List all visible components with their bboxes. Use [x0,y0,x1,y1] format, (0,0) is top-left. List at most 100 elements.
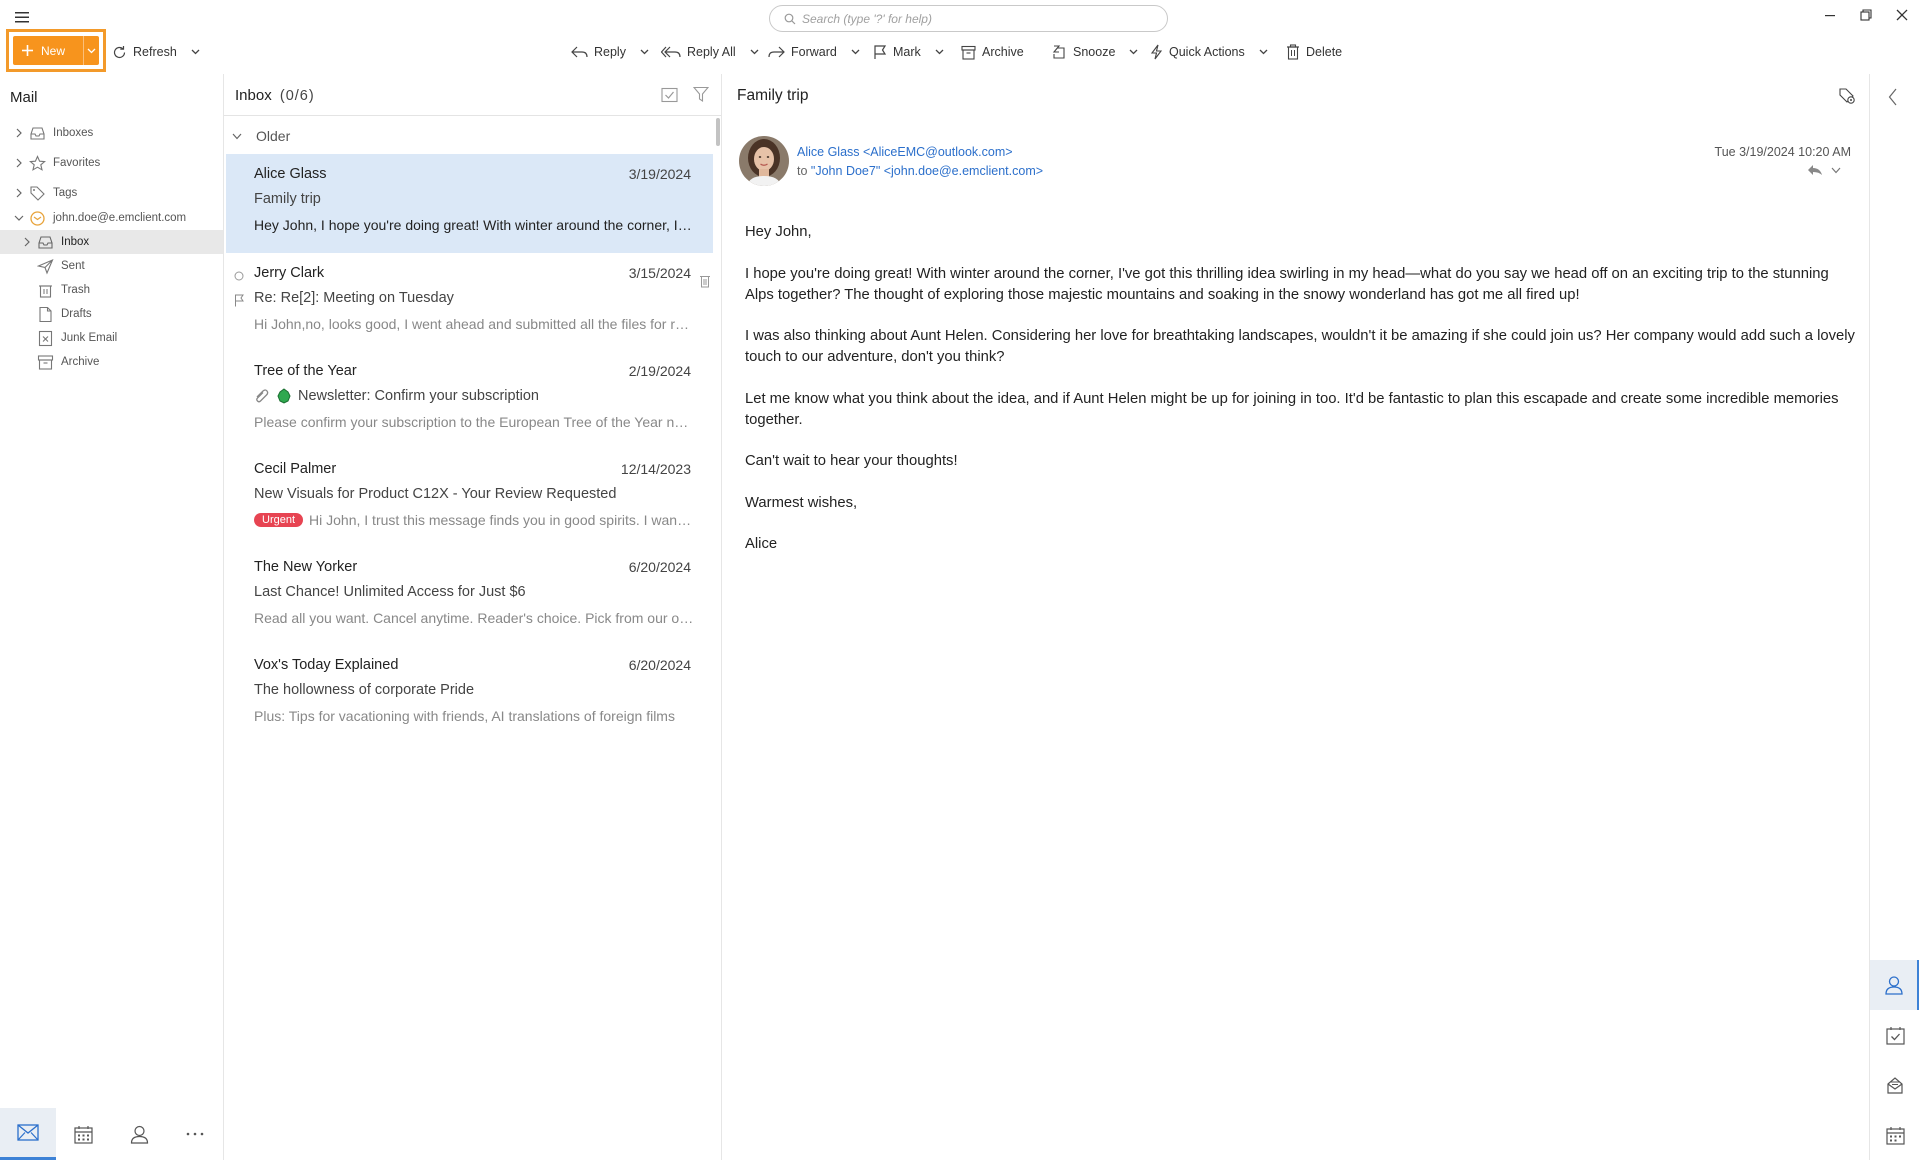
list-item[interactable]: Jerry Clark 3/15/2024 Re: Re[2]: Meeting… [226,253,713,352]
body-paragraph: I hope you're doing great! With winter a… [745,265,1829,303]
reply-label: Reply [594,45,626,59]
refresh-button[interactable]: Refresh [112,42,200,62]
draft-icon [39,306,52,322]
body-paragraph: I was also thinking about Aunt Helen. Co… [745,328,1855,365]
nav-calendar-button[interactable] [56,1108,112,1160]
unread-dot-icon[interactable] [234,271,244,281]
body-paragraph: Let me know what you think about the ide… [745,390,1839,428]
recipient-address[interactable]: "John Doe7" <john.doe@e.emclient.com> [811,164,1043,178]
archive-label: Archive [982,45,1024,59]
subject-text: The hollowness of corporate Pride [254,682,475,698]
new-button-label: New [41,43,66,58]
plus-icon [22,45,33,56]
folder-sidebar: Mail Inboxes Favorites Tags john.doe@e.e… [0,74,224,1160]
new-button[interactable]: New [13,36,99,65]
chevron-down-icon[interactable] [851,49,860,55]
forward-button[interactable]: Forward [768,42,860,62]
sidebar-item-trash[interactable]: Trash [0,278,223,302]
subject-text: Re: Re[2]: Meeting on Tuesday [254,290,454,306]
nav-more-button[interactable] [167,1108,223,1160]
list-item[interactable]: Cecil Palmer 12/14/2023 New Visuals for … [226,449,713,548]
nav-contacts-button[interactable] [112,1108,168,1160]
quick-actions-button[interactable]: Quick Actions [1150,42,1268,62]
hamburger-menu-icon[interactable] [12,8,32,26]
message-date: 12/14/2023 [620,461,691,477]
message-date: 6/20/2024 [628,657,691,673]
chevron-down-icon[interactable] [191,49,200,55]
sender-address[interactable]: Alice Glass <AliceEMC@outlook.com> [797,145,1013,159]
body-paragraph: Warmest wishes, [745,494,858,511]
mark-button[interactable]: Mark [873,42,944,62]
message-date: Tue 3/19/2024 10:20 AM [1714,145,1851,159]
chevron-down-icon[interactable] [14,213,24,223]
avatar[interactable] [739,136,789,186]
chevron-right-icon[interactable] [14,158,24,168]
rail-mail-tray-button[interactable] [1870,1060,1919,1110]
rail-contact-details-button[interactable] [1870,960,1919,1010]
body-paragraph: Alice [745,536,778,552]
sidebar-item-drafts[interactable]: Drafts [0,302,223,326]
trash-icon[interactable] [699,274,711,288]
flag-icon[interactable] [234,294,244,307]
chevron-right-icon[interactable] [14,128,24,138]
snooze-icon [1052,45,1065,59]
sidebar-item-label: Junk Email [61,332,118,344]
chevron-right-icon[interactable] [14,188,24,198]
snooze-label: Snooze [1073,45,1116,59]
sidebar-item-inbox[interactable]: Inbox [0,230,223,254]
chevron-right-icon[interactable] [22,237,32,247]
list-item[interactable]: Vox's Today Explained 6/20/2024 The holl… [226,645,713,744]
search-placeholder: Search (type '?' for help) [802,11,932,26]
reply-all-button[interactable]: Reply All [661,42,759,62]
new-dropdown-button[interactable] [83,36,99,65]
search-input[interactable]: Search (type '?' for help) [769,5,1168,32]
contacts-icon [1884,976,1903,995]
message-sender: Vox's Today Explained [254,657,399,673]
reply-button[interactable]: Reply [571,42,649,62]
chevron-down-icon[interactable] [1259,49,1268,55]
chevron-down-icon[interactable] [1831,167,1841,174]
subject-text: Newsletter: Confirm your subscription [298,388,539,404]
snooze-button[interactable]: Snooze [1051,42,1138,62]
nav-mail-button[interactable] [0,1108,56,1160]
sidebar-item-account[interactable]: john.doe@e.emclient.com [0,206,223,230]
close-icon[interactable] [1892,6,1912,24]
sidebar-item-junk-email[interactable]: Junk Email [0,326,223,350]
chevron-down-icon[interactable] [935,49,944,55]
sidebar-item-tags[interactable]: Tags [0,181,223,205]
trash-icon [39,284,52,298]
archive-button[interactable]: Archive [961,42,1024,62]
delete-button[interactable]: Delete [1286,42,1342,62]
message-list-pane: Inbox (0/6) Older Alice Glass 3/19/2024 … [224,74,722,1160]
restore-icon[interactable] [1856,6,1876,24]
list-scrollbar[interactable] [716,118,720,146]
rail-calendar-button[interactable] [1870,1110,1919,1160]
rail-tasks-button[interactable] [1870,1010,1919,1060]
collapse-panel-icon[interactable] [1888,88,1898,106]
chevron-down-icon[interactable] [640,49,649,55]
urgent-badge: Urgent [254,513,304,527]
group-header-older[interactable]: Older [232,128,290,144]
filter-icon[interactable] [693,86,709,103]
tag-settings-icon[interactable] [1838,87,1856,105]
reply-icon[interactable] [1807,164,1823,176]
sidebar-item-label: Favorites [53,157,101,169]
sidebar-item-label: Trash [61,284,90,296]
chevron-down-icon[interactable] [750,49,759,55]
tree-tag-icon [277,388,291,404]
sidebar-item-sent[interactable]: Sent [0,254,223,278]
message-body: Hey John, I hope you're doing great! Wit… [745,222,1855,576]
sidebar-item-archive[interactable]: Archive [0,350,223,374]
select-all-icon[interactable] [661,87,678,103]
chevron-down-icon[interactable] [1129,49,1138,55]
new-button-highlight: New [6,29,106,72]
message-preview: Hi John,no, looks good, I went ahead and… [254,316,694,332]
minimize-icon[interactable] [1820,6,1840,24]
list-item[interactable]: Alice Glass 3/19/2024 Family trip Hey Jo… [226,154,713,253]
sidebar-item-favorites[interactable]: Favorites [0,151,223,175]
list-item[interactable]: The New Yorker 6/20/2024 Last Chance! Un… [226,547,713,646]
message-date: 3/19/2024 [628,166,691,182]
sidebar-item-inboxes[interactable]: Inboxes [0,121,223,145]
list-item[interactable]: Tree of the Year 2/19/2024 Newsletter: C… [226,351,713,450]
paperclip-icon [256,389,269,403]
